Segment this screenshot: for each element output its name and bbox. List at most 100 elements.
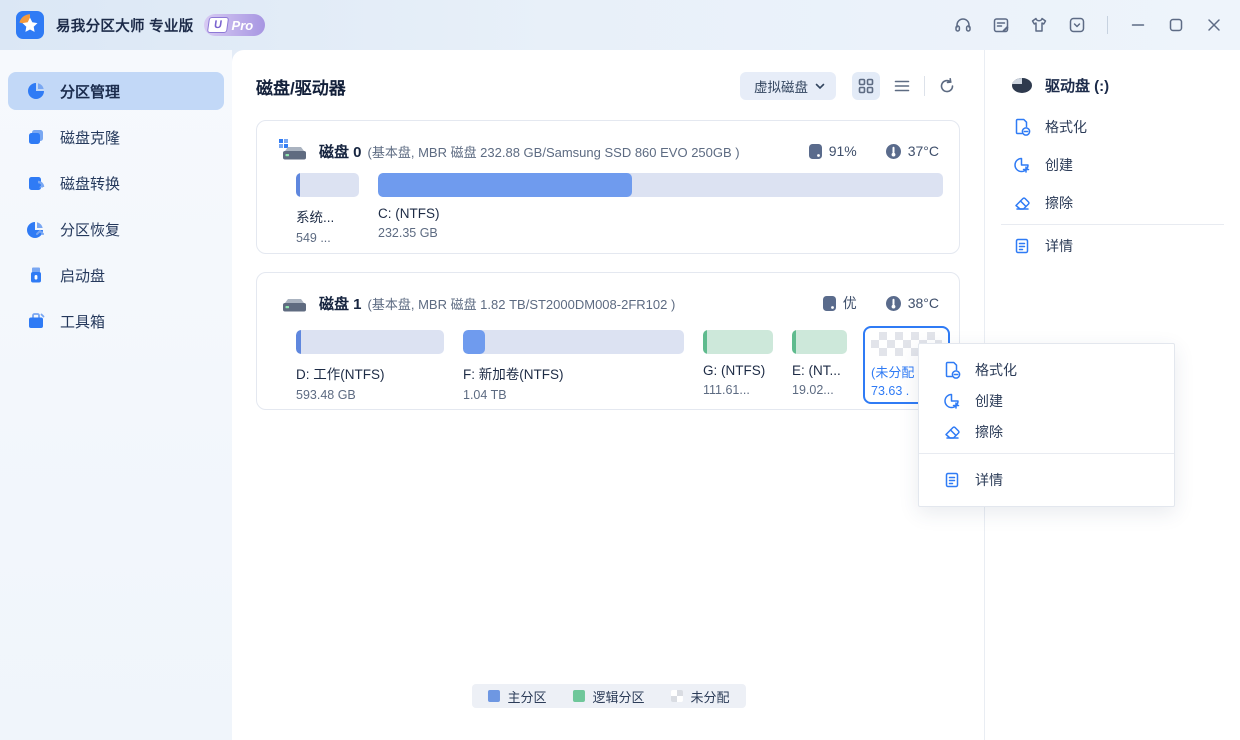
note-edit-icon xyxy=(993,18,1009,33)
sidebar-item-partition-recovery[interactable]: 分区恢复 xyxy=(8,210,224,248)
sidebar-item-bootable-disk[interactable]: 启动盘 xyxy=(8,256,224,294)
context-menu: 格式化 创建 擦除 详情 xyxy=(918,343,1175,507)
tshirt-icon xyxy=(1031,17,1047,32)
context-menu-item-format[interactable]: 格式化 xyxy=(919,354,1174,385)
format-icon xyxy=(1015,118,1031,136)
create-icon xyxy=(1014,157,1030,173)
disk-name: 磁盘 0 xyxy=(319,143,362,161)
hdd-disk-icon xyxy=(283,299,306,312)
sidebar-item-disk-convert[interactable]: 磁盘转换 xyxy=(8,164,224,202)
bootable-disk-icon xyxy=(31,267,41,283)
partition-bar[interactable] xyxy=(296,173,359,197)
feedback-button[interactable] xyxy=(989,13,1013,37)
partition-bar[interactable] xyxy=(296,330,444,354)
grid-view-button[interactable] xyxy=(852,72,880,100)
toolbox-icon xyxy=(29,313,45,328)
panel-separator xyxy=(1001,224,1224,225)
thermometer-icon xyxy=(885,143,901,159)
partition-bar[interactable] xyxy=(463,330,684,354)
partition-block-system[interactable]: 系统... 549 ... xyxy=(296,173,359,245)
unallocated-swatch-icon xyxy=(670,690,683,702)
action-wipe[interactable]: 擦除 xyxy=(985,184,1240,222)
partition-recovery-icon xyxy=(27,222,44,238)
refresh-button[interactable] xyxy=(933,72,961,100)
sidebar-item-disk-clone[interactable]: 磁盘克隆 xyxy=(8,118,224,156)
disk-health-badge: 91% xyxy=(808,143,857,160)
list-view-button[interactable] xyxy=(888,72,916,100)
drive-icon xyxy=(1012,77,1032,93)
partition-bar[interactable] xyxy=(378,173,943,197)
chevron-down-icon xyxy=(815,83,825,90)
disk-filter-dropdown[interactable]: 虚拟磁盘 xyxy=(740,72,836,100)
health-icon xyxy=(822,295,836,311)
maximize-icon xyxy=(1169,18,1183,32)
support-button[interactable] xyxy=(951,13,975,37)
health-icon xyxy=(808,143,822,159)
titlebar: 易我分区大师 专业版 U Pro xyxy=(0,0,1240,50)
action-create[interactable]: 创建 xyxy=(985,146,1240,184)
close-icon xyxy=(1208,19,1220,31)
headset-icon xyxy=(955,18,971,32)
disk-card-0: 磁盘 0 (基本盘, MBR 磁盘 232.88 GB/Samsung SSD … xyxy=(256,120,960,254)
menu-button[interactable] xyxy=(1065,13,1089,37)
menu-separator xyxy=(919,453,1174,454)
partition-manager-icon xyxy=(28,83,44,99)
sidebar: 分区管理 磁盘克隆 磁盘转换 分区恢复 启动盘 工具箱 xyxy=(0,50,232,740)
list-view-icon xyxy=(894,80,910,92)
partition-bar[interactable] xyxy=(703,330,773,354)
close-button[interactable] xyxy=(1202,13,1226,37)
maximize-button[interactable] xyxy=(1164,13,1188,37)
create-icon xyxy=(944,393,960,409)
logical-swatch-icon xyxy=(572,690,585,702)
disk-card-1: 磁盘 1 (基本盘, MBR 磁盘 1.82 TB/ST2000DM008-2F… xyxy=(256,272,960,410)
disk-clone-icon xyxy=(29,130,43,144)
disk-convert-icon xyxy=(29,177,45,190)
disk-temperature-badge: 38°C xyxy=(885,295,939,312)
sidebar-item-partition-manager[interactable]: 分区管理 xyxy=(8,72,224,110)
disk-info: (基本盘, MBR 磁盘 1.82 TB/ST2000DM008-2FR102 … xyxy=(367,296,676,312)
legend-primary: 主分区 xyxy=(487,687,546,706)
partition-block-e[interactable]: E: (NT... 19.02... xyxy=(792,330,847,397)
details-icon xyxy=(945,472,959,488)
app-logo-icon xyxy=(16,11,44,39)
sidebar-item-toolbox[interactable]: 工具箱 xyxy=(8,302,224,340)
grid-view-icon xyxy=(858,78,874,94)
minimize-button[interactable] xyxy=(1126,13,1150,37)
refresh-icon xyxy=(940,78,954,93)
context-menu-item-details[interactable]: 详情 xyxy=(919,460,1174,500)
legend-logical: 逻辑分区 xyxy=(572,687,645,706)
action-details[interactable]: 详情 xyxy=(985,227,1240,265)
theme-button[interactable] xyxy=(1027,13,1051,37)
dropdown-box-icon xyxy=(1069,17,1085,33)
eraser-icon xyxy=(945,425,960,439)
context-menu-item-wipe[interactable]: 擦除 xyxy=(919,416,1174,447)
pro-u-icon: U xyxy=(206,17,229,33)
primary-swatch-icon xyxy=(487,690,500,702)
pro-badge: U Pro xyxy=(203,14,266,36)
eraser-icon xyxy=(1015,197,1030,210)
titlebar-separator xyxy=(1107,16,1108,34)
disk-name: 磁盘 1 xyxy=(319,295,362,313)
partition-block-c[interactable]: C: (NTFS) 232.35 GB xyxy=(378,173,943,240)
disk-list-area: 磁盘/驱动器 虚拟磁盘 磁盘 0 (基本盘, MBR 磁盘 232.88 GB/… xyxy=(232,50,985,740)
legend-unallocated: 未分配 xyxy=(670,687,730,706)
disk-info: (基本盘, MBR 磁盘 232.88 GB/Samsung SSD 860 E… xyxy=(367,144,740,160)
partition-block-g[interactable]: G: (NTFS) 111.61... xyxy=(703,330,773,397)
partition-bar[interactable] xyxy=(792,330,847,354)
action-format[interactable]: 格式化 xyxy=(985,108,1240,146)
format-icon xyxy=(945,361,961,379)
partition-block-d[interactable]: D: 工作(NTFS) 593.48 GB xyxy=(296,330,444,402)
partition-block-f[interactable]: F: 新加卷(NTFS) 1.04 TB xyxy=(463,330,684,402)
disk-health-badge: 优 xyxy=(822,293,857,313)
partition-legend: 主分区 逻辑分区 未分配 xyxy=(471,684,746,708)
details-icon xyxy=(1015,238,1029,254)
minimize-icon xyxy=(1131,24,1145,26)
selected-drive-header: 驱动盘 (:) xyxy=(985,70,1240,100)
context-menu-item-create[interactable]: 创建 xyxy=(919,385,1174,416)
page-title: 磁盘/驱动器 xyxy=(256,78,346,98)
app-title: 易我分区大师 专业版 xyxy=(56,18,194,35)
main-panel: 磁盘/驱动器 虚拟磁盘 磁盘 0 (基本盘, MBR 磁盘 232.88 GB/… xyxy=(232,50,1240,740)
ssd-disk-icon xyxy=(279,139,306,160)
disk-temperature-badge: 37°C xyxy=(885,143,939,160)
controls-separator xyxy=(924,76,925,96)
